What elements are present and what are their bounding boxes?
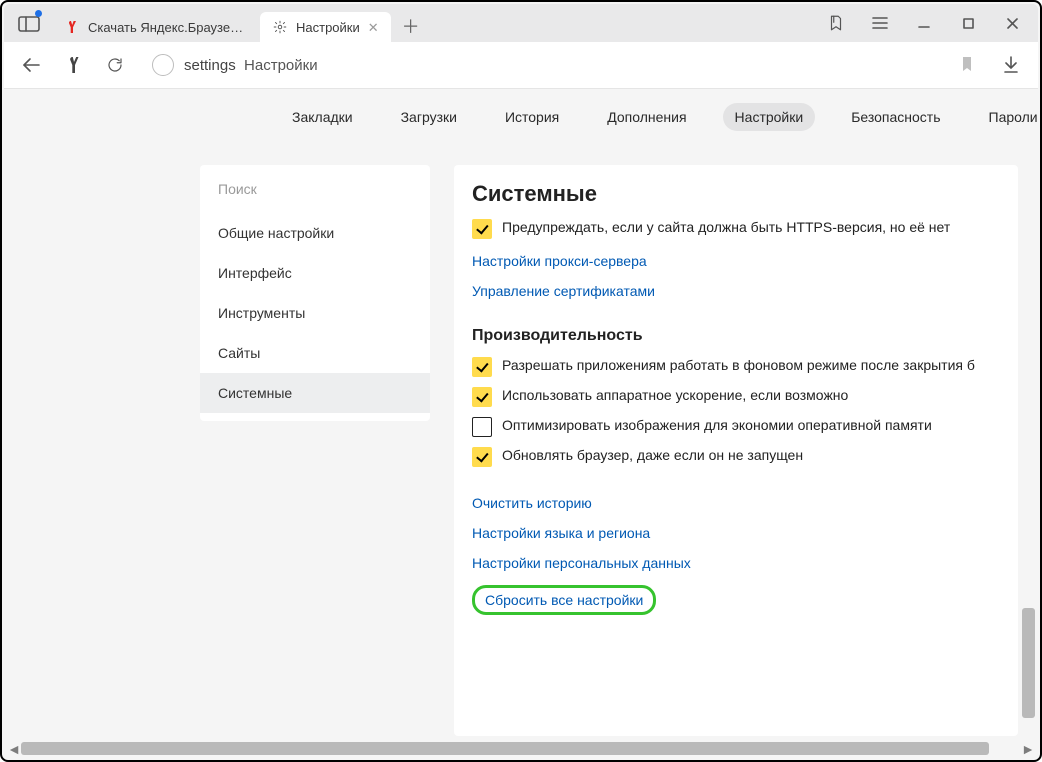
perf-update-checkbox[interactable] bbox=[472, 447, 492, 467]
new-tab-button[interactable]: ＋ bbox=[397, 12, 425, 40]
nav-security[interactable]: Безопасность bbox=[839, 103, 952, 131]
manage-certificates-link[interactable]: Управление сертификатами bbox=[472, 283, 1000, 299]
window-minimize-button[interactable] bbox=[904, 8, 944, 38]
toolbar: settings Настройки bbox=[4, 42, 1038, 89]
section-title: Системные bbox=[472, 181, 1000, 207]
settings-main: Системные Предупреждать, если у сайта до… bbox=[454, 165, 1018, 736]
https-warn-row: Предупреждать, если у сайта должна быть … bbox=[472, 219, 1000, 239]
sidebar-item-tools[interactable]: Инструменты bbox=[200, 293, 430, 333]
vertical-scrollbar[interactable] bbox=[1022, 199, 1035, 718]
tab-strip: Скачать Яндекс.Браузер д Настройки ✕ ＋ bbox=[4, 4, 1038, 42]
window-maximize-button[interactable] bbox=[948, 8, 988, 38]
sidebar-item-interface[interactable]: Интерфейс bbox=[200, 253, 430, 293]
perf-hw-row: Использовать аппаратное ускорение, если … bbox=[472, 387, 1000, 407]
perf-title: Производительность bbox=[472, 327, 1000, 345]
bookmark-icon[interactable] bbox=[960, 56, 974, 75]
clear-history-link[interactable]: Очистить историю bbox=[472, 495, 1000, 511]
personal-data-link[interactable]: Настройки персональных данных bbox=[472, 555, 1000, 571]
perf-optimg-checkbox[interactable] bbox=[472, 417, 492, 437]
settings-top-nav: Закладки Загрузки История Дополнения Нас… bbox=[4, 89, 1038, 145]
nav-addons[interactable]: Дополнения bbox=[595, 103, 698, 131]
sidebar-item-system[interactable]: Системные bbox=[200, 373, 430, 413]
sidebar-search[interactable]: Поиск bbox=[200, 165, 430, 213]
perf-optimg-row: Оптимизировать изображения для экономии … bbox=[472, 417, 1000, 437]
bookmark-collection-button[interactable] bbox=[816, 8, 856, 38]
tab-settings[interactable]: Настройки ✕ bbox=[260, 12, 391, 42]
sidebar-item-general[interactable]: Общие настройки bbox=[200, 213, 430, 253]
horizontal-scrollbar[interactable]: ◄ ► bbox=[7, 742, 1035, 755]
hscroll-left-arrow[interactable]: ◄ bbox=[7, 742, 21, 755]
menu-button[interactable] bbox=[860, 8, 900, 38]
nav-history[interactable]: История bbox=[493, 103, 571, 131]
yandex-home-button[interactable] bbox=[60, 52, 86, 78]
perf-bg-row: Разрешать приложениям работать в фоновом… bbox=[472, 357, 1000, 377]
perf-update-label: Обновлять браузер, даже если он не запущ… bbox=[502, 447, 803, 463]
perf-bg-checkbox[interactable] bbox=[472, 357, 492, 377]
proxy-settings-link[interactable]: Настройки прокси-сервера bbox=[472, 253, 1000, 269]
language-region-link[interactable]: Настройки языка и региона bbox=[472, 525, 1000, 541]
horizontal-scroll-thumb[interactable] bbox=[21, 742, 989, 755]
perf-update-row: Обновлять браузер, даже если он не запущ… bbox=[472, 447, 1000, 467]
nav-settings[interactable]: Настройки bbox=[723, 103, 816, 131]
nav-bookmarks[interactable]: Закладки bbox=[280, 103, 365, 131]
reload-button[interactable] bbox=[102, 52, 128, 78]
https-warn-checkbox[interactable] bbox=[472, 219, 492, 239]
tab-label: Настройки bbox=[296, 20, 360, 35]
reset-settings-link[interactable]: Сбросить все настройки bbox=[485, 592, 643, 608]
gear-icon bbox=[272, 19, 288, 35]
nav-downloads[interactable]: Загрузки bbox=[389, 103, 469, 131]
https-warn-label: Предупреждать, если у сайта должна быть … bbox=[502, 219, 950, 235]
tab-close-icon[interactable]: ✕ bbox=[368, 21, 379, 34]
perf-bg-label: Разрешать приложениям работать в фоновом… bbox=[502, 357, 975, 373]
site-identity-icon bbox=[152, 54, 174, 76]
panel-toggle-button[interactable] bbox=[14, 10, 44, 38]
nav-passwords[interactable]: Пароли и карты bbox=[977, 103, 1038, 131]
back-button[interactable] bbox=[18, 52, 44, 78]
hscroll-right-arrow[interactable]: ► bbox=[1021, 742, 1035, 755]
address-bar[interactable]: settings Настройки bbox=[144, 49, 982, 81]
sidebar-item-sites[interactable]: Сайты bbox=[200, 333, 430, 373]
window-close-button[interactable] bbox=[992, 8, 1032, 38]
perf-hw-label: Использовать аппаратное ускорение, если … bbox=[502, 387, 848, 403]
downloads-button[interactable] bbox=[998, 52, 1024, 78]
perf-hw-checkbox[interactable] bbox=[472, 387, 492, 407]
tab-yandex-download[interactable]: Скачать Яндекс.Браузер д bbox=[52, 12, 260, 42]
perf-optimg-label: Оптимизировать изображения для экономии … bbox=[502, 417, 932, 433]
reset-settings-highlight: Сбросить все настройки bbox=[472, 585, 656, 615]
yandex-favicon-icon bbox=[64, 19, 80, 35]
address-text: settings Настройки bbox=[184, 57, 318, 74]
tab-label: Скачать Яндекс.Браузер д bbox=[88, 20, 248, 35]
page: Закладки Загрузки История Дополнения Нас… bbox=[4, 89, 1038, 758]
settings-sidebar: Поиск Общие настройки Интерфейс Инструме… bbox=[200, 165, 430, 421]
vertical-scroll-thumb[interactable] bbox=[1022, 608, 1035, 718]
